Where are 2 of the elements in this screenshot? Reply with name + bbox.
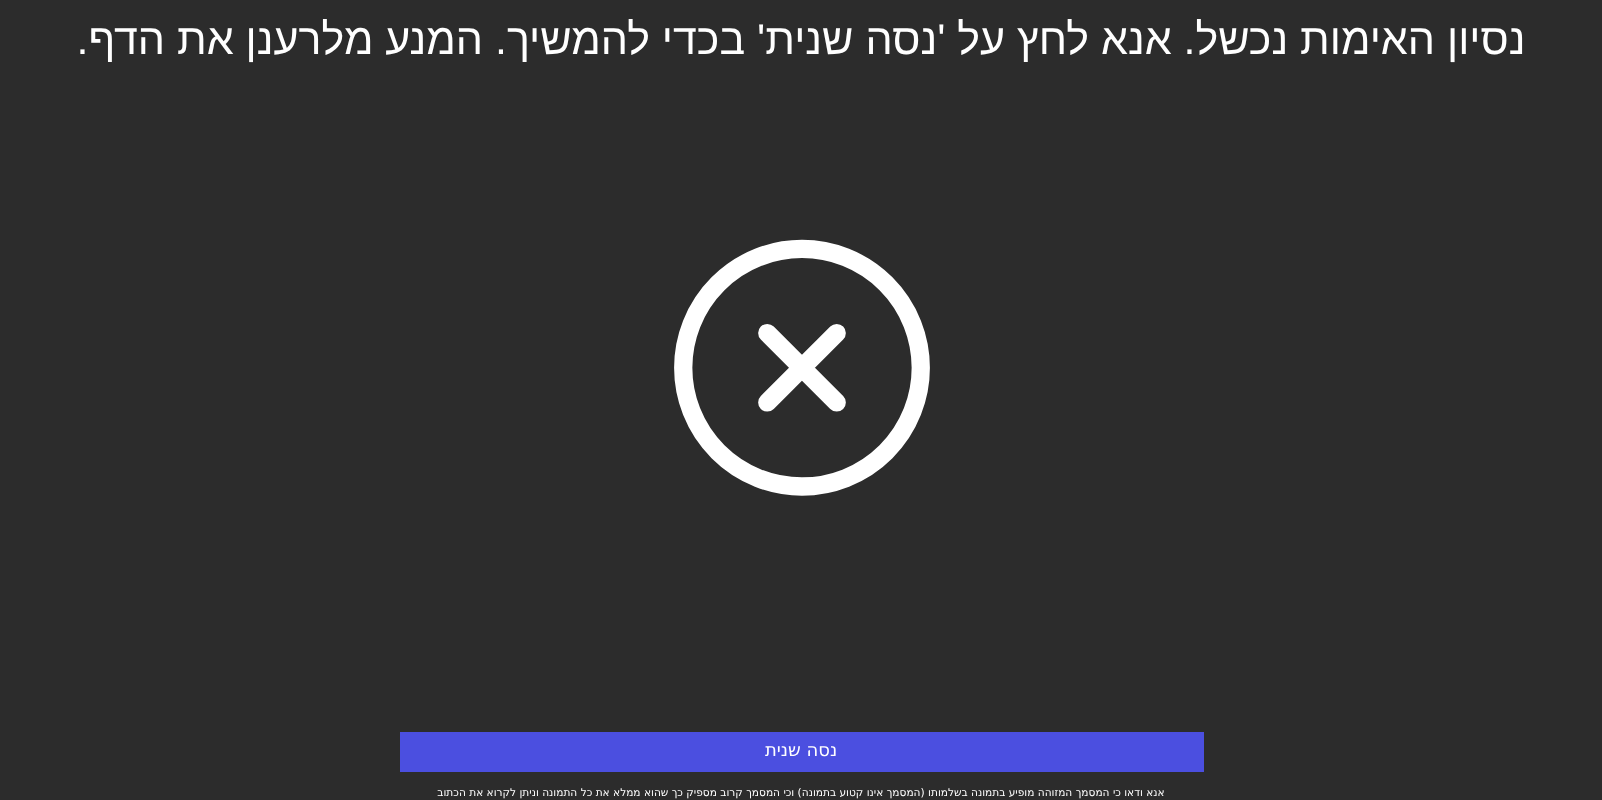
- error-message: נסיון האימות נכשל. אנא לחץ על 'נסה שנית' בכדי להמשיך. המנע מלרענן את הדף.: [76, 16, 1526, 66]
- retry-button[interactable]: נסה שנית: [399, 731, 1203, 772]
